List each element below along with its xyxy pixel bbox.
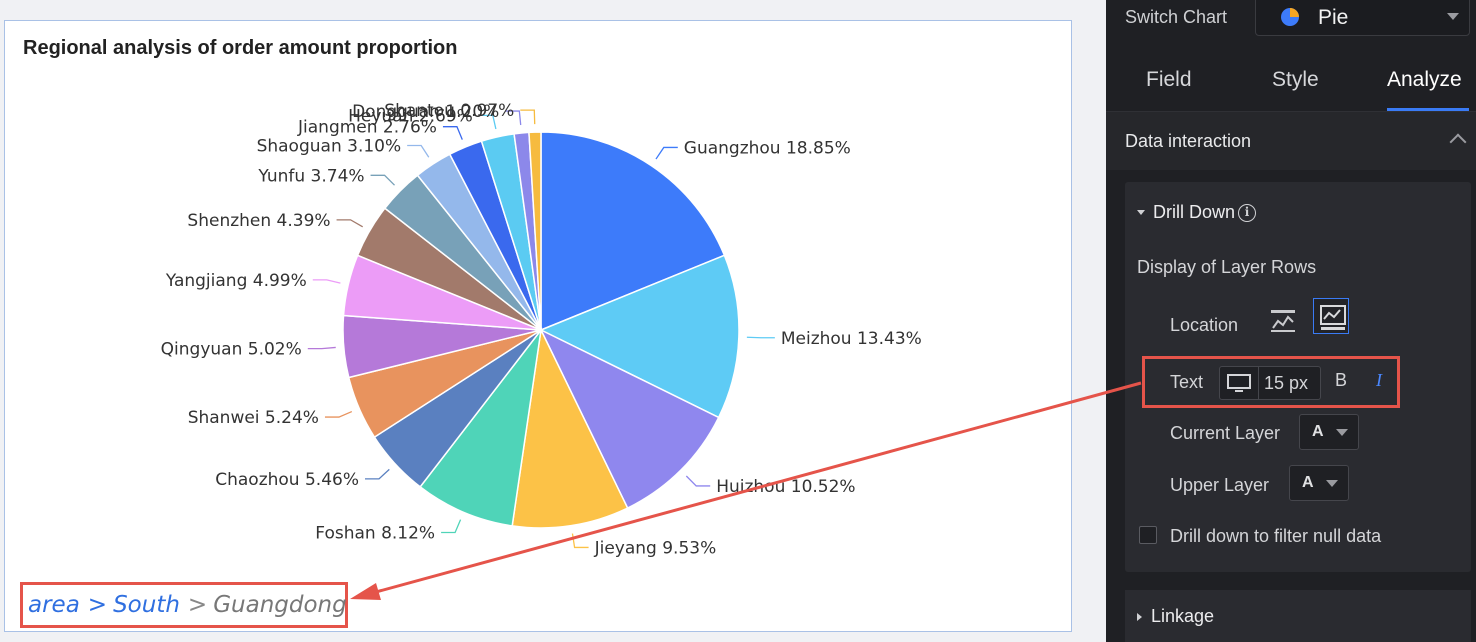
- slice-label: Huizhou 10.52%: [716, 477, 855, 497]
- settings-panel: Switch Chart Pie Field Style Analyze Dat…: [1106, 0, 1476, 642]
- leader-line: [370, 174, 395, 186]
- italic-button[interactable]: I: [1376, 370, 1382, 391]
- linkage-header[interactable]: Linkage: [1125, 590, 1471, 642]
- current-layer-label: Current Layer: [1170, 423, 1281, 443]
- info-icon[interactable]: i: [1238, 203, 1257, 222]
- drill-breadcrumb: area > South > Guangdong: [20, 582, 348, 628]
- display-layer-rows-label: Display of Layer Rows: [1137, 257, 1317, 277]
- switch-chart-label: Switch Chart: [1125, 7, 1228, 27]
- slice-label: Guangzhou 18.85%: [684, 138, 851, 158]
- data-interaction-header[interactable]: Data interaction: [1106, 112, 1476, 170]
- leader-line: [685, 475, 711, 487]
- monitor-icon[interactable]: [1227, 374, 1251, 394]
- leader-line: [336, 219, 364, 228]
- location-label: Location: [1170, 315, 1239, 335]
- chart-type-select[interactable]: Pie: [1255, 0, 1470, 36]
- upper-layer-label: Upper Layer: [1170, 475, 1270, 495]
- tab-analyze[interactable]: Analyze: [1387, 68, 1462, 92]
- linkage-label: Linkage: [1151, 606, 1215, 626]
- leader-line: [520, 109, 536, 125]
- slice-label: Shaoguan 3.10%: [257, 137, 402, 157]
- slice-label: Shantou 0.97%: [384, 101, 514, 121]
- leader-line: [407, 144, 430, 158]
- upper-layer-select[interactable]: A: [1289, 465, 1349, 501]
- tab-style[interactable]: Style: [1272, 68, 1319, 92]
- switch-chart-row: Switch Chart Pie: [1106, 0, 1476, 40]
- location-bottom-icon[interactable]: [1313, 298, 1349, 334]
- slice-label: Jieyang 9.53%: [594, 538, 717, 558]
- breadcrumb-level1[interactable]: South: [113, 592, 180, 618]
- leader-line: [307, 346, 336, 350]
- upper-layer-value: A: [1302, 474, 1314, 491]
- breadcrumb-separator: >: [187, 592, 208, 618]
- slice-label: Shanwei 5.24%: [188, 408, 319, 428]
- leader-line: [442, 126, 463, 140]
- current-layer-value: A: [1312, 423, 1324, 440]
- linkage-title: Linkage: [1137, 606, 1214, 627]
- leader-line: [655, 146, 678, 160]
- filter-null-checkbox[interactable]: [1139, 526, 1157, 544]
- leader-line: [571, 533, 589, 549]
- leader-line: [312, 279, 341, 284]
- chevron-down-icon: [1447, 13, 1459, 20]
- bold-button[interactable]: B: [1335, 370, 1347, 391]
- slice-label: Shenzhen 4.39%: [187, 211, 330, 231]
- leader-line: [324, 410, 353, 418]
- section-title: Data interaction: [1125, 131, 1252, 151]
- chevron-down-icon: [1326, 480, 1338, 487]
- caret-right-icon: [1137, 612, 1142, 621]
- pie-chart-icon: [1281, 8, 1299, 26]
- text-label: Text: [1170, 372, 1204, 392]
- pie-chart: Guangzhou 18.85% Meizhou 13.43% Huizhou 10…: [161, 101, 922, 558]
- slice-label: Chaozhou 5.46%: [215, 470, 359, 490]
- leader-line: [441, 519, 462, 534]
- slice-label: Yunfu 3.74%: [257, 166, 364, 186]
- breadcrumb-root[interactable]: area: [28, 592, 80, 618]
- drill-down-label: Drill Down: [1153, 202, 1236, 222]
- slice-label: Foshan 8.12%: [315, 524, 435, 544]
- text-style-row: Text 15 px B I: [1142, 356, 1400, 408]
- chevron-down-icon: [1336, 429, 1348, 436]
- location-top-icon[interactable]: [1265, 302, 1301, 338]
- divider: [1258, 367, 1259, 399]
- current-layer-select[interactable]: A: [1299, 414, 1359, 450]
- breadcrumb-separator: >: [87, 592, 108, 618]
- chart-type-value: Pie: [1318, 6, 1349, 29]
- slice-label: Meizhou 13.43%: [781, 329, 922, 349]
- drill-down-header[interactable]: Drill Down i: [1137, 202, 1257, 223]
- slice-label: Yangjiang 4.99%: [165, 271, 307, 291]
- font-size-control[interactable]: 15 px: [1219, 366, 1321, 400]
- panel-tabs: Field Style Analyze: [1106, 54, 1476, 112]
- caret-down-icon: [1137, 210, 1145, 215]
- leader-line: [364, 468, 390, 480]
- tab-field[interactable]: Field: [1146, 68, 1192, 92]
- chevron-up-icon[interactable]: [1449, 133, 1467, 151]
- chart-card: Regional analysis of order amount propor…: [4, 20, 1072, 632]
- breadcrumb-current: Guangdong: [213, 592, 347, 618]
- slice-label: Qingyuan 5.02%: [161, 340, 302, 360]
- filter-null-label: Drill down to filter null data: [1170, 526, 1382, 546]
- font-size-value[interactable]: 15 px: [1264, 373, 1308, 394]
- active-tab-indicator: [1387, 108, 1469, 111]
